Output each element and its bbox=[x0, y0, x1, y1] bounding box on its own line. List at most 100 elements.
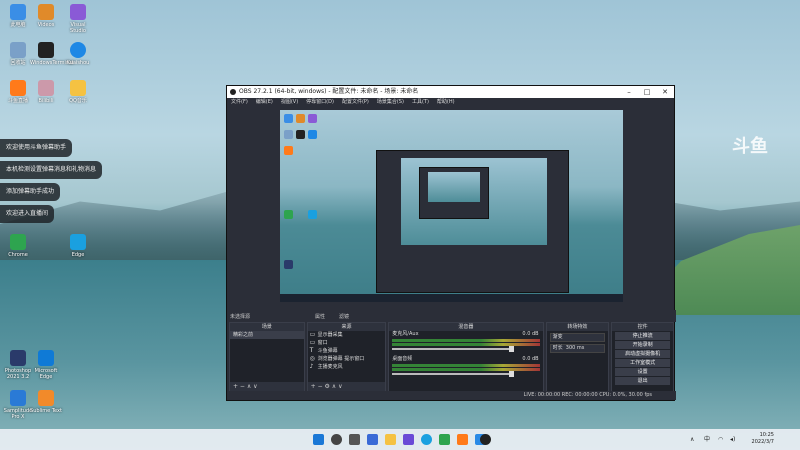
transition-select[interactable]: 渐变 bbox=[549, 333, 606, 342]
source-toolbar: 未选择源 属性 滤镜 bbox=[227, 310, 676, 322]
stop-streaming-button[interactable]: 停止推流 bbox=[615, 332, 671, 340]
sources-footer: + − ⚙ ∧ ∨ bbox=[307, 382, 386, 391]
store-icon[interactable] bbox=[403, 434, 414, 445]
source-item[interactable]: ▭ 显示器采集 bbox=[308, 331, 386, 339]
volume-meter bbox=[392, 368, 540, 371]
menu-docks[interactable]: 停靠窗口(D) bbox=[306, 98, 334, 107]
mic-icon: ♪ bbox=[309, 363, 314, 370]
obs-logo-icon bbox=[230, 89, 236, 95]
volume-icon[interactable]: ◂) bbox=[730, 429, 735, 450]
task-view-icon[interactable] bbox=[349, 434, 360, 445]
app-icon bbox=[38, 4, 54, 20]
desktop-icon[interactable]: Visual Studio bbox=[62, 4, 94, 34]
preview-icon bbox=[284, 130, 293, 139]
douyu-watermark: 斗鱼 bbox=[732, 136, 768, 157]
monitor-icon: ▭ bbox=[309, 331, 316, 338]
scenes-panel: 场景 精彩之前 + − ∧ ∨ bbox=[229, 322, 305, 392]
source-item[interactable]: ♪ 主播麦克风 bbox=[308, 363, 386, 371]
file-explorer-icon[interactable] bbox=[385, 434, 396, 445]
add-icon[interactable]: + − ∧ ∨ bbox=[233, 383, 258, 390]
menu-profile[interactable]: 配置文件(P) bbox=[342, 98, 369, 107]
transitions-header: 转场特效 bbox=[546, 323, 609, 331]
settings-button[interactable]: 设置 bbox=[615, 368, 671, 376]
menu-view[interactable]: 视图(V) bbox=[281, 98, 298, 107]
desktop-icon[interactable]: Edge bbox=[62, 234, 94, 258]
source-item[interactable]: T 斗鱼弹幕 bbox=[308, 347, 386, 355]
no-source-label: 未选择源 bbox=[230, 314, 251, 320]
dock-panels: 场景 精彩之前 + − ∧ ∨ 来源 ▭ 显示器采集 ▭ 窗口 T 斗鱼弹幕 ◎ 浏览器… bbox=[227, 322, 676, 392]
kuaishou-icon bbox=[70, 42, 86, 58]
douyu-icon bbox=[10, 80, 26, 96]
preview-icon bbox=[308, 130, 317, 139]
mixer-panel: 混音器 麦克风/Aux 0.0 dB 桌面音频 0.0 dB bbox=[388, 322, 544, 392]
studio-mode-button[interactable]: 工作室模式 bbox=[615, 359, 671, 367]
volume-meter bbox=[392, 364, 540, 367]
start-icon[interactable] bbox=[313, 434, 324, 445]
menu-edit[interactable]: 编辑(E) bbox=[256, 98, 273, 107]
volume-slider[interactable] bbox=[392, 346, 515, 352]
menu-tools[interactable]: 工具(T) bbox=[412, 98, 429, 107]
widgets-icon[interactable] bbox=[367, 434, 378, 445]
preview-taskbar bbox=[280, 294, 623, 302]
volume-meter bbox=[392, 343, 540, 346]
obs-icon[interactable] bbox=[480, 434, 491, 445]
menu-scene-collection[interactable]: 场景集合(S) bbox=[377, 98, 404, 107]
nested-obs-window bbox=[376, 150, 569, 293]
desktop-icon[interactable]: QQ音乐 bbox=[62, 80, 94, 104]
clock[interactable]: 10:25 2022/3/7 bbox=[752, 432, 774, 446]
computer-icon bbox=[10, 4, 26, 20]
wechat-icon[interactable] bbox=[439, 434, 450, 445]
desktop-icon[interactable]: Sublime Text bbox=[30, 390, 62, 414]
sources-panel: 来源 ▭ 显示器采集 ▭ 窗口 T 斗鱼弹幕 ◎ 浏览器弹幕 提示窗口 ♪ 主播麦克风 +… bbox=[306, 322, 387, 392]
maximize-icon[interactable]: □ bbox=[638, 86, 656, 98]
menu-bar: 文件(F) 编辑(E) 视图(V) 停靠窗口(D) 配置文件(P) 场景集合(S… bbox=[227, 98, 674, 107]
obs-titlebar[interactable]: OBS 27.2.1 (64-bit, windows) - 配置文件: 未命名… bbox=[227, 86, 674, 98]
desktop-icon[interactable]: Bilibili bbox=[30, 80, 62, 104]
photoshop-icon bbox=[10, 350, 26, 366]
nested-preview-2 bbox=[428, 172, 480, 202]
menu-file[interactable]: 文件(F) bbox=[231, 98, 248, 107]
preview-icon bbox=[296, 130, 305, 139]
edge-icon[interactable] bbox=[421, 434, 432, 445]
desktop-icon[interactable]: Kuaishou bbox=[62, 42, 94, 66]
tray-language[interactable]: 中 bbox=[704, 429, 710, 450]
search-icon[interactable] bbox=[331, 434, 342, 445]
scene-item[interactable]: 精彩之前 bbox=[230, 331, 304, 339]
taskbar: ∧ 中 ◠ ◂) 10:25 2022/3/7 bbox=[0, 429, 800, 450]
source-item[interactable]: ▭ 窗口 bbox=[308, 339, 386, 347]
preview-icon bbox=[308, 210, 317, 219]
toast-notification: 添加弹幕助手成功 bbox=[0, 183, 61, 201]
minimize-icon[interactable]: – bbox=[620, 86, 638, 98]
start-recording-button[interactable]: 开始录制 bbox=[615, 341, 671, 349]
browser-icon: ◎ bbox=[309, 355, 315, 362]
toast-notification: 本机检测设置弹幕消息和礼物消息 bbox=[0, 161, 103, 179]
desktop-icon[interactable]: Chrome bbox=[2, 234, 34, 258]
tray-chevron-icon[interactable]: ∧ bbox=[690, 429, 694, 450]
mixer-channel-label: 桌面音频 0.0 dB bbox=[392, 356, 539, 362]
douyu-icon[interactable] bbox=[457, 434, 468, 445]
add-icon[interactable]: + − ⚙ ∧ ∨ bbox=[311, 383, 343, 390]
desktop-icon[interactable]: WindowsTerminal bbox=[30, 42, 73, 66]
close-icon[interactable]: ✕ bbox=[656, 86, 674, 98]
volume-meter bbox=[392, 339, 540, 342]
qq-music-icon bbox=[70, 80, 86, 96]
duration-field[interactable]: 时长 300 ms bbox=[549, 344, 606, 353]
filters-button[interactable]: 滤镜 bbox=[339, 313, 349, 320]
menu-help[interactable]: 帮助(H) bbox=[437, 98, 455, 107]
preview-icon bbox=[284, 114, 293, 123]
exit-button[interactable]: 退出 bbox=[615, 377, 671, 385]
mixer-header: 混音器 bbox=[389, 323, 543, 331]
preview-canvas[interactable] bbox=[280, 110, 623, 302]
status-bar: LIVE: 00:00:00 REC: 00:00:00 CPU: 0.0%, … bbox=[227, 391, 676, 400]
properties-button[interactable]: 属性 bbox=[315, 313, 325, 320]
text-icon: T bbox=[309, 347, 314, 354]
source-item[interactable]: ◎ 浏览器弹幕 提示窗口 bbox=[308, 355, 386, 363]
desktop-icon[interactable]: Videos bbox=[30, 4, 62, 28]
volume-slider[interactable] bbox=[392, 371, 515, 377]
sources-header: 来源 bbox=[307, 323, 386, 331]
wifi-icon[interactable]: ◠ bbox=[718, 429, 723, 450]
desktop-icon[interactable]: Microsoft Edge bbox=[30, 350, 62, 380]
virtual-camera-button[interactable]: 启动虚拟摄像机 bbox=[615, 350, 671, 358]
preview-icon bbox=[308, 114, 317, 123]
sublime-icon bbox=[38, 390, 54, 406]
